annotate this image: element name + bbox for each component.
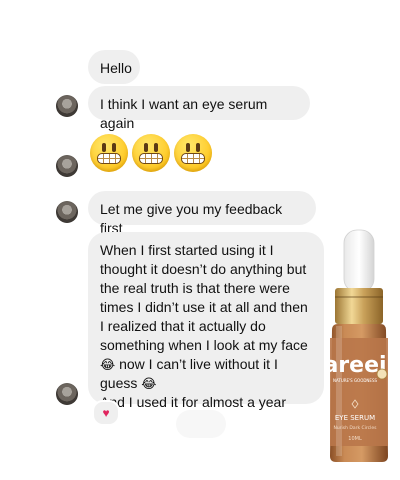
laughing-face-icon: 😂 bbox=[100, 357, 116, 372]
message-bubble-long-feedback[interactable]: When I first started using it I thought … bbox=[88, 232, 324, 410]
sender-avatar[interactable] bbox=[56, 383, 78, 405]
heart-reaction-icon[interactable]: ♥ bbox=[92, 400, 120, 426]
grimacing-face-icon bbox=[174, 134, 212, 172]
product-volume: 10ML bbox=[348, 436, 362, 442]
message-bubble-eye-serum[interactable]: I think I want an eye serum again bbox=[88, 86, 310, 131]
message-text: I think I want an eye serum again bbox=[100, 96, 268, 131]
message-text: guess bbox=[100, 375, 142, 391]
message-bubble-feedback[interactable]: Let me give you my feedback first bbox=[88, 191, 316, 236]
message-text: Let me give you my feedback first bbox=[100, 201, 283, 236]
message-bubble-hello[interactable]: Hello bbox=[88, 50, 140, 84]
eye-serum-bottle-image: areej NATURE'S GOODNESS EYE SERUM Nurish… bbox=[323, 229, 388, 462]
emoji-message[interactable] bbox=[90, 134, 212, 172]
grimacing-face-icon bbox=[132, 134, 170, 172]
laughing-face-icon: 😂 bbox=[141, 376, 157, 391]
message-line: When I first started using it I bbox=[100, 242, 274, 258]
message-line: 😂 now I can’t live without it I bbox=[100, 355, 312, 374]
bottle-cap bbox=[335, 288, 383, 324]
message-line: the real truth is that there were bbox=[100, 280, 290, 296]
message-line: something when I look at my face bbox=[100, 337, 308, 353]
sender-avatar[interactable] bbox=[56, 95, 78, 117]
faded-background-shape bbox=[176, 410, 226, 438]
message-line: I realized that it actually do bbox=[100, 318, 266, 334]
message-line: thought it doesn’t do anything but bbox=[100, 261, 307, 277]
dropper-bulb bbox=[343, 229, 375, 293]
grimacing-face-icon bbox=[90, 134, 128, 172]
sender-avatar[interactable] bbox=[56, 201, 78, 223]
sender-avatar[interactable] bbox=[56, 155, 78, 177]
message-text: now I can’t live without it I bbox=[115, 356, 278, 372]
message-line: times I didn’t use it at all and then bbox=[100, 299, 308, 315]
badge-icon bbox=[376, 368, 388, 380]
message-line: guess 😂 bbox=[100, 374, 312, 393]
message-text: Hello bbox=[100, 60, 132, 76]
heart-icon: ♥ bbox=[102, 406, 110, 420]
